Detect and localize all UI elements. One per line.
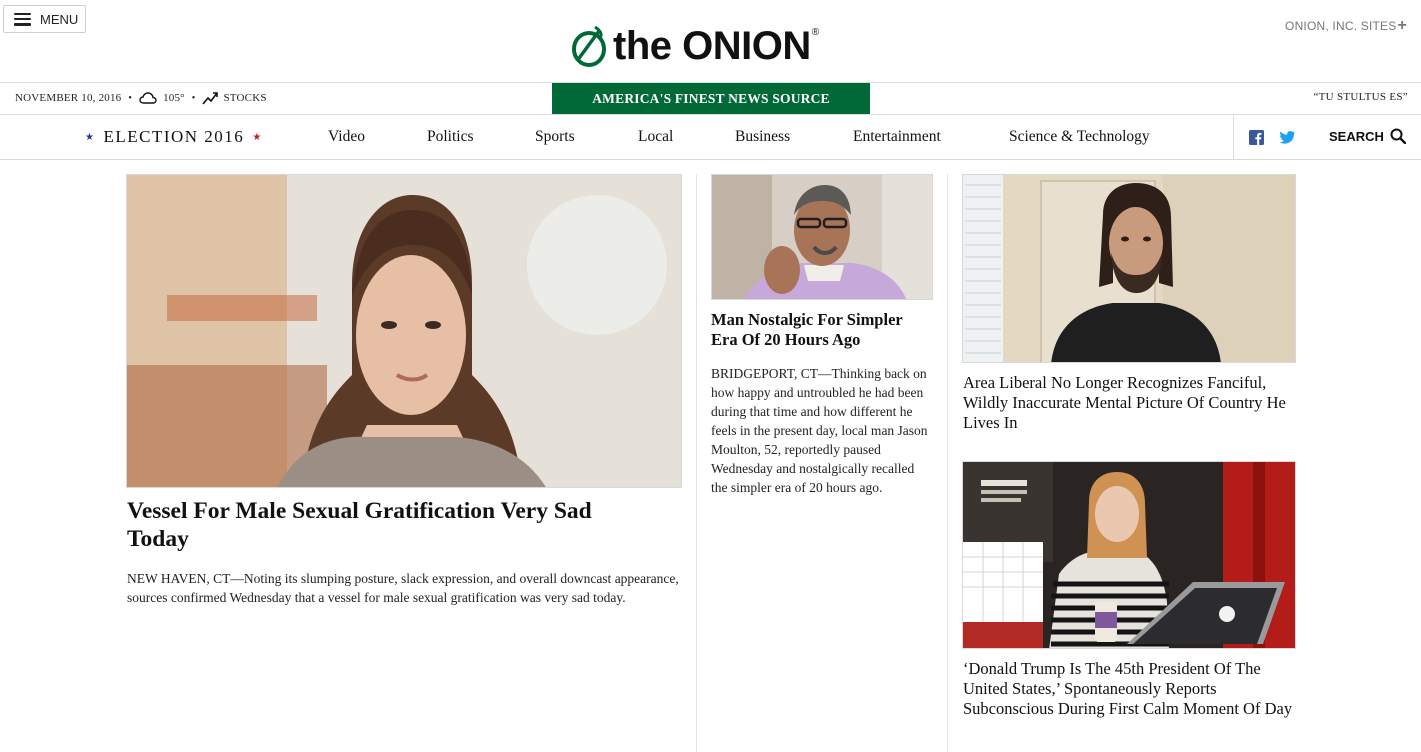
nav-election-2016[interactable]: ★ ELECTION 2016 ★ <box>85 127 263 147</box>
nav-divider <box>1233 115 1234 159</box>
info-strip: NOVEMBER 10, 2016 • 105° • STOCKS AMERIC… <box>0 83 1421 115</box>
stocks-link[interactable]: STOCKS <box>223 92 266 104</box>
tagline-banner: AMERICA'S FINEST NEWS SOURCE <box>552 83 870 114</box>
menu-label: MENU <box>40 11 79 27</box>
separator-dot: • <box>191 92 196 104</box>
plus-icon: + <box>1397 17 1407 34</box>
side-top-story-image[interactable] <box>962 174 1296 363</box>
date-weather-stocks: NOVEMBER 10, 2016 • 105° • STOCKS <box>15 91 267 105</box>
logo-wordmark: the ONION <box>613 24 811 68</box>
main-nav: ★ ELECTION 2016 ★ Video Politics Sports … <box>0 115 1421 160</box>
hamburger-icon <box>14 12 31 26</box>
column-divider <box>696 174 697 752</box>
nav-item-science-technology[interactable]: Science & Technology <box>1009 128 1150 146</box>
side-bottom-story-headline[interactable]: ‘Donald Trump Is The 45th President Of T… <box>963 659 1293 719</box>
main-story-image[interactable] <box>126 174 682 488</box>
man-with-beard-photo <box>963 175 1295 362</box>
nav-item-entertainment[interactable]: Entertainment <box>853 128 941 146</box>
column-divider <box>947 174 948 752</box>
site-logo[interactable]: the ONION ® <box>569 23 819 69</box>
star-icon: ★ <box>85 131 96 143</box>
side-top-story-headline[interactable]: Area Liberal No Longer Recognizes Fancif… <box>963 373 1293 433</box>
site-header: MENU the ONION ® ONION, INC. SITES + <box>0 0 1421 83</box>
separator-dot: • <box>128 92 133 104</box>
cloud-icon <box>139 92 157 104</box>
nav-item-business[interactable]: Business <box>735 128 790 146</box>
man-thinking-photo <box>712 175 932 299</box>
nav-item-politics[interactable]: Politics <box>427 128 474 146</box>
woman-with-laptop-photo <box>963 462 1295 648</box>
nav-item-video[interactable]: Video <box>328 128 365 146</box>
search-icon <box>1390 128 1406 144</box>
nav-item-local[interactable]: Local <box>638 128 673 146</box>
menu-button[interactable]: MENU <box>3 5 86 33</box>
main-story-headline[interactable]: Vessel For Male Sexual Gratification Ver… <box>127 497 647 553</box>
middle-story-headline[interactable]: Man Nostalgic For Simpler Era Of 20 Hour… <box>711 310 933 350</box>
sites-label: ONION, INC. SITES <box>1285 19 1397 33</box>
woman-portrait-photo <box>127 175 681 487</box>
stock-chart-icon <box>202 92 219 105</box>
onion-sites-link[interactable]: ONION, INC. SITES + <box>1285 17 1407 34</box>
nav-item-sports[interactable]: Sports <box>535 128 575 146</box>
onion-leaf-icon <box>572 25 606 67</box>
middle-story-excerpt: BRIDGEPORT, CT—Thinking back on how happ… <box>711 366 928 495</box>
twitter-icon[interactable] <box>1280 130 1295 145</box>
middle-story-image[interactable] <box>711 174 933 300</box>
main-story-excerpt: NEW HAVEN, CT—Noting its slumping postur… <box>127 571 679 605</box>
site-motto: “TU STULTUS ES” <box>1313 91 1408 103</box>
side-bottom-story-image[interactable] <box>962 461 1296 649</box>
search-button[interactable]: SEARCH <box>1329 128 1406 144</box>
election-label: ELECTION 2016 <box>103 127 245 146</box>
temperature: 105° <box>163 92 185 104</box>
current-date: NOVEMBER 10, 2016 <box>15 92 122 104</box>
star-icon: ★ <box>252 131 263 143</box>
registered-mark: ® <box>811 26 820 38</box>
search-label: SEARCH <box>1329 128 1384 144</box>
facebook-icon[interactable] <box>1249 130 1264 145</box>
